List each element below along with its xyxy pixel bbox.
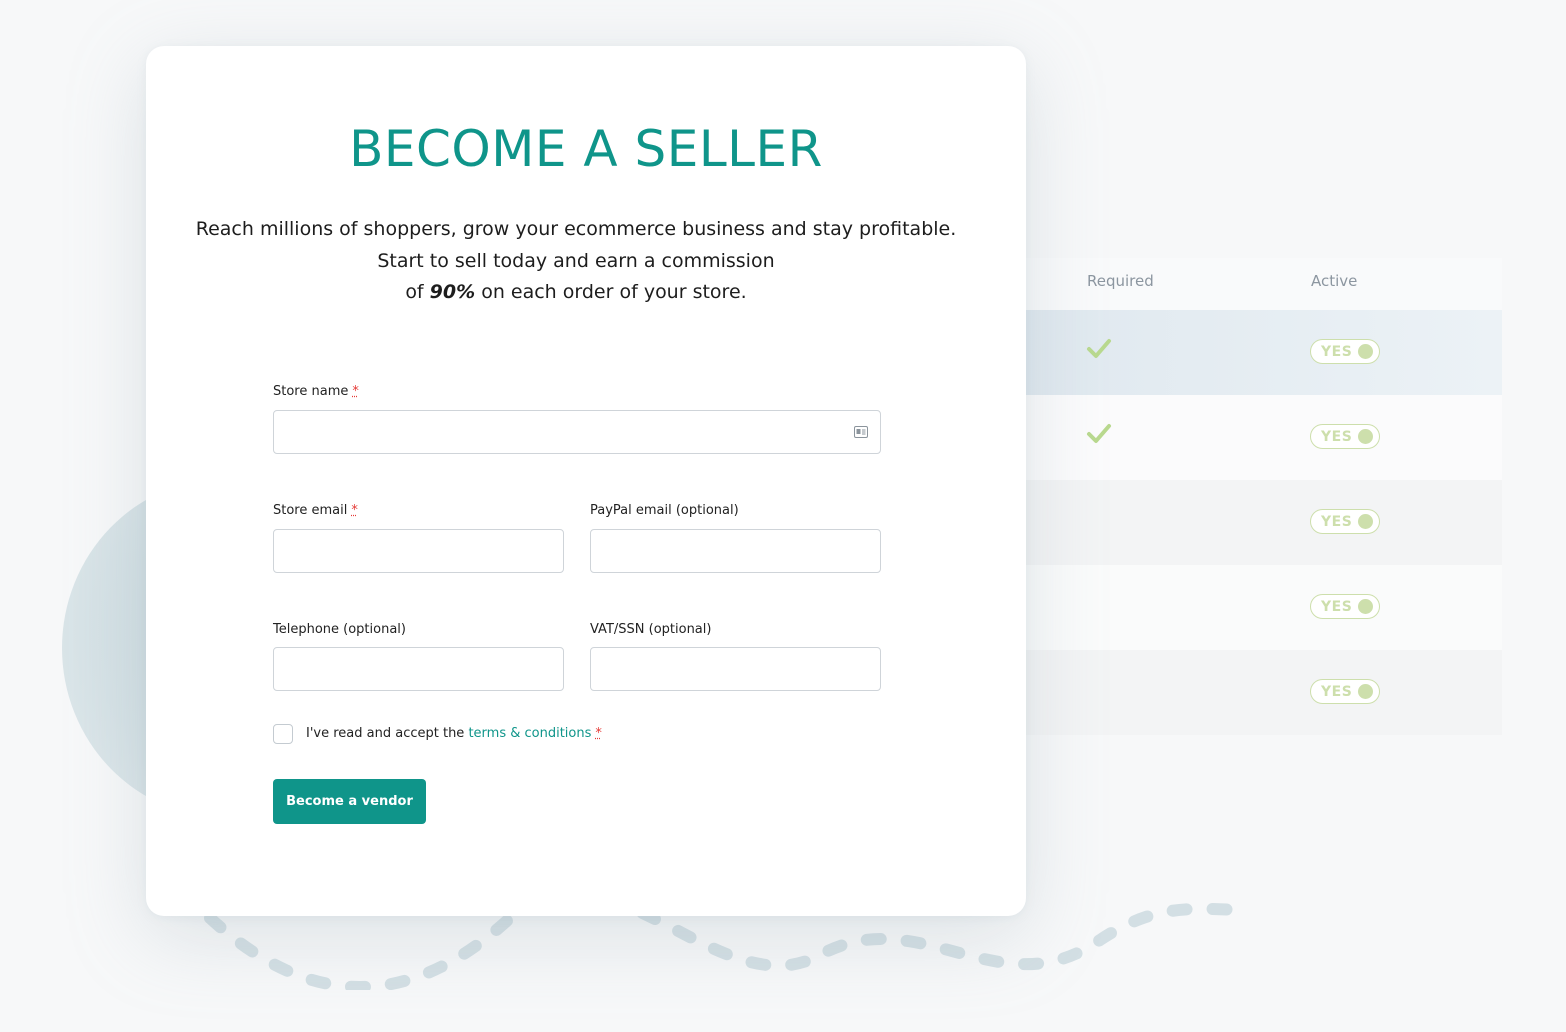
table-header: Required Active xyxy=(1000,258,1502,310)
vat-ssn-input[interactable] xyxy=(590,647,881,691)
paypal-email-input[interactable] xyxy=(590,529,881,573)
store-name-label-text: Store name xyxy=(273,384,349,399)
store-email-label: Store email * xyxy=(273,503,358,518)
checkmark-icon xyxy=(1087,339,1111,358)
telephone-label: Telephone (optional) xyxy=(273,622,406,637)
toggle-knob xyxy=(1358,514,1373,529)
table-row: YES xyxy=(1000,650,1502,735)
background-fields-table: Required Active YES YES YES YES YES xyxy=(1000,258,1502,735)
telephone-input[interactable] xyxy=(273,647,564,691)
seller-registration-card: BECOME A SELLER Reach millions of shoppe… xyxy=(146,46,1026,916)
toggle-knob xyxy=(1358,684,1373,699)
toggle-label: YES xyxy=(1321,514,1353,530)
column-header-active: Active xyxy=(1311,272,1358,290)
contact-card-icon xyxy=(854,426,868,438)
active-toggle[interactable]: YES xyxy=(1310,424,1380,449)
toggle-label: YES xyxy=(1321,344,1353,360)
table-row: YES xyxy=(1000,480,1502,565)
vat-ssn-label: VAT/SSN (optional) xyxy=(590,622,712,637)
active-toggle[interactable]: YES xyxy=(1310,509,1380,534)
subtitle-line-1: Reach millions of shoppers, grow your ec… xyxy=(195,218,957,240)
store-email-input[interactable] xyxy=(273,529,564,573)
toggle-knob xyxy=(1358,599,1373,614)
active-toggle[interactable]: YES xyxy=(1310,339,1380,364)
terms-checkbox[interactable] xyxy=(273,724,293,744)
store-name-input[interactable] xyxy=(273,410,881,454)
subtitle-line-3: of 90% on each order of your store. xyxy=(186,277,966,309)
table-row: YES xyxy=(1000,310,1502,395)
toggle-knob xyxy=(1358,429,1373,444)
terms-prefix: I've read and accept the xyxy=(306,726,469,741)
subtitle-line-3-suffix: on each order of your store. xyxy=(475,281,747,303)
active-toggle[interactable]: YES xyxy=(1310,594,1380,619)
checkmark-icon xyxy=(1087,424,1111,443)
required-marker: * xyxy=(595,726,602,741)
subtitle-line-2: Start to sell today and earn a commissio… xyxy=(377,249,775,272)
table-row: YES xyxy=(1000,395,1502,480)
toggle-label: YES xyxy=(1321,684,1353,700)
table-row: YES xyxy=(1000,565,1502,650)
required-marker: * xyxy=(351,503,358,518)
terms-label: I've read and accept the terms & conditi… xyxy=(306,726,602,741)
required-marker: * xyxy=(352,384,359,399)
toggle-label: YES xyxy=(1321,599,1353,615)
toggle-knob xyxy=(1358,344,1373,359)
active-toggle[interactable]: YES xyxy=(1310,679,1380,704)
paypal-email-label: PayPal email (optional) xyxy=(590,503,739,518)
subtitle-line-3-prefix: of xyxy=(405,281,430,303)
store-email-label-text: Store email xyxy=(273,503,348,518)
toggle-label: YES xyxy=(1321,429,1353,445)
page-subtitle: Reach millions of shoppers, grow your ec… xyxy=(186,214,966,309)
page-title: BECOME A SELLER xyxy=(349,120,823,178)
column-header-required: Required xyxy=(1087,272,1154,290)
become-vendor-button[interactable]: Become a vendor xyxy=(273,779,426,824)
store-name-label: Store name * xyxy=(273,384,359,399)
commission-highlight: 90% xyxy=(429,281,476,303)
terms-link[interactable]: terms & conditions xyxy=(468,726,591,741)
